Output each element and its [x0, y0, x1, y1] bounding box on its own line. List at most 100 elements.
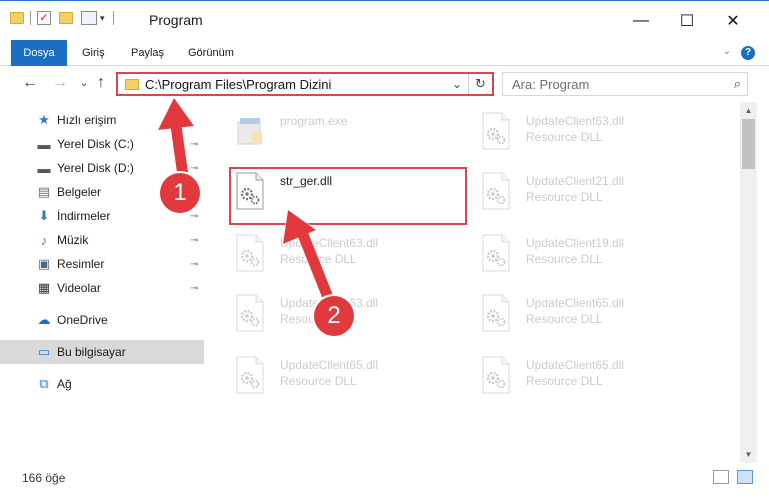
file-item[interactable]: UpdateClient65.dll Resource DLL [208, 350, 428, 398]
toolbar-divider [30, 11, 31, 25]
toolbar-divider [112, 11, 114, 25]
sidebar-item-label: Videolar [57, 281, 101, 295]
sidebar-item-label: Belgeler [57, 185, 102, 199]
sidebar-item[interactable]: ▣ Resimler ⊸ [0, 252, 204, 276]
file-name: UpdateClient63.dll [280, 236, 379, 250]
sidebar-item[interactable]: ▦ Videolar ⊸ [0, 276, 204, 300]
up-button[interactable]: ↑ [97, 74, 105, 92]
scrollbar-thumb[interactable] [742, 119, 755, 169]
sidebar-item-label: OneDrive [57, 313, 108, 327]
pin-icon[interactable]: ⊸ [190, 259, 198, 270]
file-name: UpdateClient65.dll [280, 358, 379, 372]
dll-file-icon [236, 234, 264, 272]
executable-file-icon [237, 118, 262, 145]
sidebar-item[interactable]: ☁ OneDrive [0, 308, 204, 332]
close-button[interactable]: ✕ [710, 9, 756, 33]
back-button[interactable]: ← [22, 74, 38, 92]
sidebar-item-label: Bu bilgisayar [57, 345, 126, 359]
file-item[interactable]: UpdateClient65.dll Resource DLL [454, 350, 674, 398]
sidebar-item[interactable]: ⧉ Ağ [0, 372, 204, 396]
refresh-button[interactable]: ↻ [468, 74, 492, 94]
file-type: Resource DLL [526, 312, 603, 326]
drive-icon: ▬ [37, 160, 51, 176]
sidebar-item-label: İndirmeler [57, 209, 111, 223]
minimize-button[interactable]: — [618, 9, 664, 33]
scroll-up-icon[interactable]: ▲ [740, 102, 757, 119]
sidebar-item-label: Ağ [57, 377, 72, 391]
pictures-icon: ▣ [37, 256, 51, 271]
address-path[interactable]: C:\Program Files\Program Dizini [145, 77, 331, 92]
details-view-icon[interactable] [713, 470, 729, 484]
search-box[interactable]: ⌕ [502, 72, 748, 96]
step-badge-2: 2 [314, 296, 354, 336]
large-icons-view-icon[interactable] [737, 470, 753, 484]
expand-ribbon-icon[interactable]: ⌄ [723, 46, 731, 57]
folder-icon [125, 79, 139, 90]
music-icon: ♪ [40, 232, 48, 248]
properties-icon[interactable] [81, 11, 97, 25]
documents-icon: ▤ [37, 184, 51, 199]
drive-icon: ▬ [37, 136, 51, 152]
sidebar-item-label: Resimler [57, 257, 105, 271]
highlight-box [229, 167, 467, 225]
file-type: Resource DLL [526, 374, 603, 388]
pin-icon[interactable]: ⊸ [190, 163, 198, 174]
properties-check-icon[interactable]: ✓ [37, 11, 51, 25]
sidebar-item-label: Yerel Disk (D:) [57, 161, 134, 175]
scroll-down-icon[interactable]: ▼ [740, 446, 757, 463]
vertical-scrollbar[interactable]: ▲ ▼ [740, 102, 757, 463]
pin-icon[interactable]: ⊸ [190, 283, 198, 294]
file-name: UpdateClient65.dll [526, 296, 625, 310]
file-item[interactable]: UpdateClient63.dll Resource DLL [454, 106, 674, 154]
forward-button[interactable]: → [52, 74, 68, 92]
search-input[interactable] [512, 77, 712, 92]
network-icon: ⧉ [39, 376, 49, 391]
sidebar-item-label: Hızlı erişim [57, 113, 117, 127]
pin-icon[interactable]: ⊸ [190, 211, 198, 222]
sidebar-item[interactable]: ▬ Yerel Disk (C:) ⊸ [0, 132, 204, 156]
step-badge-1: 1 [160, 173, 200, 213]
dll-file-icon [482, 294, 510, 332]
sidebar-item-label: Yerel Disk (C:) [57, 137, 134, 151]
pin-icon[interactable]: ⊸ [190, 235, 198, 246]
title-bar: ✓ ▾ Program — ☐ ✕ [0, 0, 769, 40]
help-icon[interactable]: ? [741, 46, 755, 60]
dll-file-icon [482, 172, 510, 210]
file-item[interactable]: UpdateClient63.dll Resource DLL [208, 228, 428, 276]
sidebar-item[interactable]: ♪ Müzik ⊸ [0, 228, 204, 252]
file-name: UpdateClient63.dll [526, 114, 625, 128]
file-item[interactable]: UpdateClient19.dll Resource DLL [454, 228, 674, 276]
sidebar-item-label: Müzik [57, 233, 89, 247]
tab-view[interactable]: Görünüm [188, 40, 234, 66]
computer-icon: ▭ [37, 344, 51, 359]
pin-icon[interactable]: ⊸ [190, 139, 198, 150]
file-name: UpdateClient21.dll [526, 174, 625, 188]
file-type: Resource DLL [526, 130, 603, 144]
address-bar[interactable]: C:\Program Files\Program Dizini ⌄ ↻ [116, 72, 494, 96]
file-name: UpdateClient19.dll [526, 236, 625, 250]
maximize-button[interactable]: ☐ [664, 9, 710, 33]
customize-dropdown-icon[interactable]: ▾ [100, 13, 105, 24]
dll-file-icon [482, 112, 510, 150]
file-name: UpdateClient65.dll [526, 358, 625, 372]
recent-locations-icon[interactable]: ⌄ [80, 78, 88, 89]
folder-icon [10, 12, 24, 24]
sidebar-item[interactable]: ★ Hızlı erişim [0, 108, 204, 132]
search-icon[interactable]: ⌕ [734, 76, 741, 92]
tab-home[interactable]: Giriş [82, 40, 105, 66]
window-title: Program [149, 12, 203, 28]
file-type: Resource DLL [280, 252, 357, 266]
file-item[interactable]: UpdateClient21.dll Resource DLL [454, 166, 674, 214]
navigation-bar: ← → ⌄ ↑ C:\Program Files\Program Dizini … [0, 66, 769, 102]
sidebar-item[interactable]: ▭ Bu bilgisayar [0, 340, 204, 364]
tab-share[interactable]: Paylaş [131, 40, 164, 66]
dll-file-icon [236, 356, 264, 394]
navigation-pane: ★ Hızlı erişim ▬ Yerel Disk (C:) ⊸ ▬ Yerel Dis… [0, 102, 206, 463]
address-dropdown-icon[interactable]: ⌄ [452, 77, 462, 91]
file-item[interactable]: UpdateClient65.dll Resource DLL [454, 288, 674, 336]
file-item[interactable]: program.exe [208, 106, 428, 154]
star-icon: ★ [38, 112, 50, 127]
new-folder-icon[interactable] [59, 12, 73, 24]
downloads-icon: ⬇ [38, 208, 50, 223]
file-type: Resource DLL [526, 252, 603, 266]
